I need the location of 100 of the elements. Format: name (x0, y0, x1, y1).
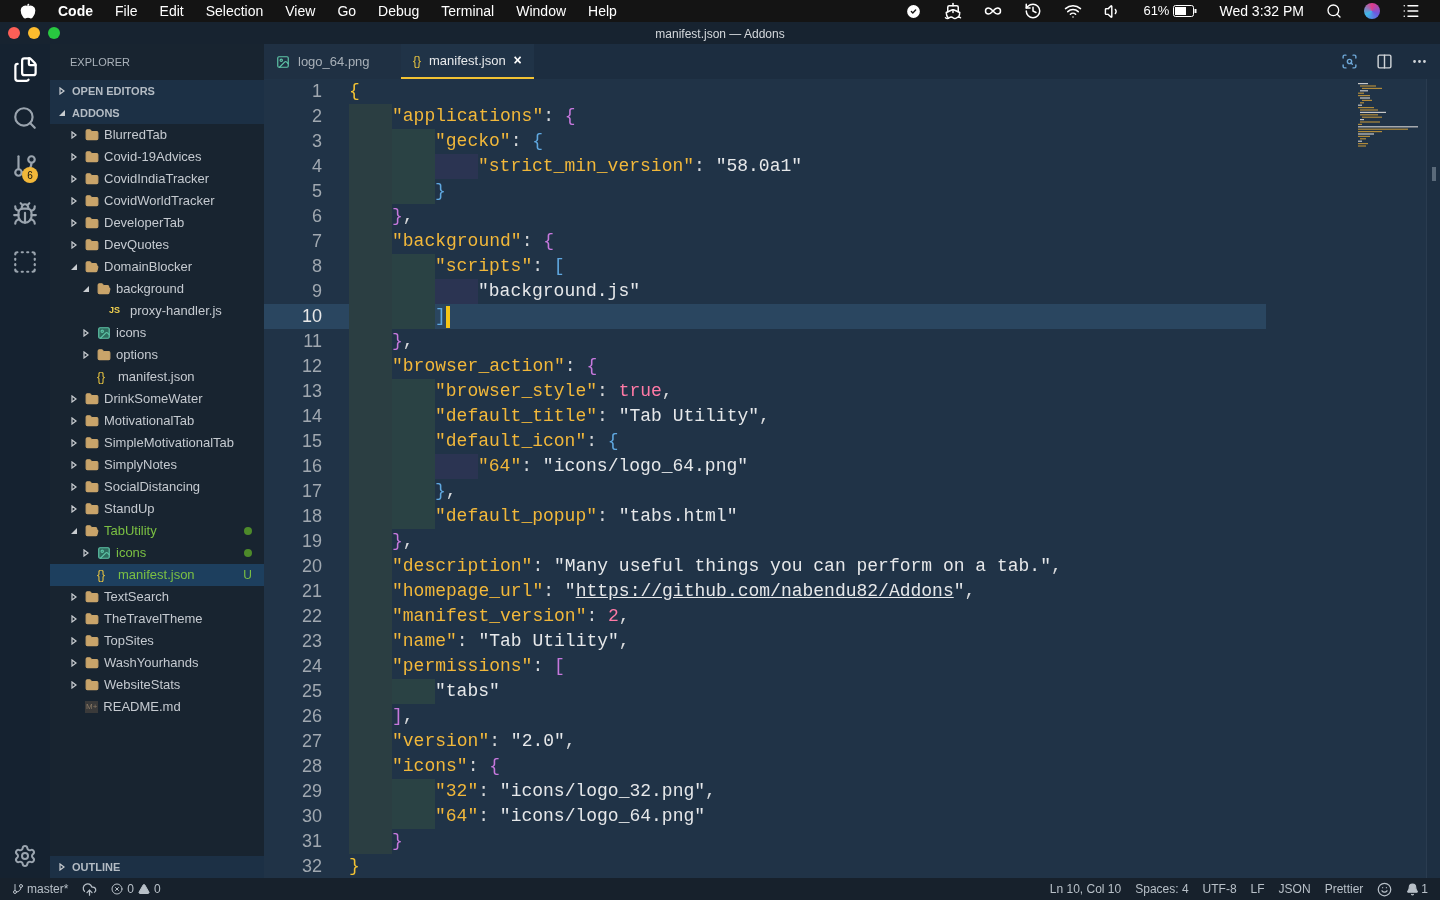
preview-search-icon[interactable] (1341, 53, 1358, 70)
section-header[interactable]: OPEN EDITORS (50, 80, 264, 102)
list-icon[interactable] (1402, 2, 1420, 20)
minimize-window-button[interactable] (28, 27, 40, 39)
tree-item[interactable]: DomainBlocker (50, 256, 264, 278)
collapsed-arrow-icon[interactable] (70, 637, 78, 645)
menu-item[interactable]: Edit (159, 0, 184, 22)
cloud-upload-icon[interactable] (82, 881, 98, 897)
collapsed-arrow-icon[interactable] (70, 395, 78, 403)
collapsed-arrow-icon[interactable] (70, 681, 78, 689)
collapsed-arrow-icon[interactable] (82, 351, 90, 359)
search-icon[interactable] (12, 105, 38, 131)
warning-count[interactable]: 0 (154, 880, 161, 898)
collapsed-arrow-icon[interactable] (82, 549, 90, 557)
bug-icon[interactable] (12, 201, 38, 227)
tree-item[interactable]: MotivationalTab (50, 410, 264, 432)
menu-item[interactable]: Selection (205, 0, 264, 22)
tree-item[interactable]: SocialDistancing (50, 476, 264, 498)
collapsed-arrow-icon[interactable] (70, 593, 78, 601)
tree-item[interactable]: SimpleMotivationalTab (50, 432, 264, 454)
tree-item[interactable]: Covid-19Advices (50, 146, 264, 168)
menu-item[interactable]: Go (337, 0, 357, 22)
expanded-arrow-icon[interactable] (70, 263, 78, 271)
tree-item[interactable]: icons (50, 542, 264, 564)
menu-item[interactable]: Window (516, 0, 567, 22)
notification-count[interactable]: 1 (1421, 880, 1428, 898)
close-window-button[interactable] (8, 27, 20, 39)
status-item[interactable]: UTF-8 (1202, 880, 1237, 898)
error-count[interactable]: 0 (127, 880, 135, 898)
collapsed-arrow-icon[interactable] (70, 131, 78, 139)
tree-item[interactable]: M+ README.md (50, 696, 264, 718)
section-header[interactable]: ADDONS (50, 102, 264, 124)
tree-item[interactable]: background (50, 278, 264, 300)
expanded-arrow-icon[interactable] (70, 527, 78, 535)
tree-item[interactable]: JS proxy-handler.js (50, 300, 264, 322)
zoom-window-button[interactable] (48, 27, 60, 39)
section-header[interactable]: OUTLINE (50, 856, 264, 878)
tree-item[interactable]: DeveloperTab (50, 212, 264, 234)
tree-item[interactable]: CovidWorldTracker (50, 190, 264, 212)
menu-bar-clock[interactable]: Wed 3:32 PM (1219, 0, 1304, 22)
tree-item[interactable]: TextSearch (50, 586, 264, 608)
branch-icon[interactable] (12, 153, 38, 179)
collapsed-arrow-icon[interactable] (70, 241, 78, 249)
editor-tab[interactable]: {} manifest.json × (401, 44, 534, 79)
collapsed-arrow-icon[interactable] (70, 505, 78, 513)
collapsed-arrow-icon[interactable] (58, 87, 66, 95)
collapsed-arrow-icon[interactable] (70, 615, 78, 623)
files-icon[interactable] (11, 56, 39, 83)
tree-item[interactable]: DevQuotes (50, 234, 264, 256)
error-icon[interactable] (111, 883, 124, 895)
tree-item[interactable]: CovidIndiaTracker (50, 168, 264, 190)
extensions-icon[interactable] (12, 249, 38, 275)
tree-item[interactable]: options (50, 344, 264, 366)
collapsed-arrow-icon[interactable] (70, 461, 78, 469)
tree-item[interactable]: WebsiteStats (50, 674, 264, 696)
collapsed-arrow-icon[interactable] (58, 863, 66, 871)
tree-item[interactable]: BlurredTab (50, 124, 264, 146)
expanded-arrow-icon[interactable] (58, 109, 66, 117)
tree-item[interactable]: SimplyNotes (50, 454, 264, 476)
wifi-icon[interactable] (1064, 2, 1083, 20)
status-item[interactable]: Ln 10, Col 10 (1049, 880, 1122, 898)
menu-item[interactable]: Debug (378, 0, 420, 22)
collapsed-arrow-icon[interactable] (70, 153, 78, 161)
tree-item[interactable]: TabUtility (50, 520, 264, 542)
tree-item[interactable]: TopSites (50, 630, 264, 652)
tree-item[interactable]: {} manifest.json (50, 366, 264, 388)
branch-name[interactable]: master* (27, 880, 69, 898)
tree-item[interactable]: WashYourhands (50, 652, 264, 674)
settings-icon[interactable] (13, 844, 37, 868)
expanded-arrow-icon[interactable] (82, 285, 90, 293)
check-badge-icon[interactable] (905, 2, 923, 20)
collapsed-arrow-icon[interactable] (70, 175, 78, 183)
menu-item[interactable]: File (115, 0, 138, 22)
menu-item[interactable]: Terminal (441, 0, 495, 22)
menu-item[interactable]: View (285, 0, 316, 22)
tree-item[interactable]: {} manifest.json U (50, 564, 264, 586)
battery-icon[interactable] (1173, 5, 1198, 17)
app-menu[interactable]: Code (58, 0, 93, 22)
tree-item[interactable]: TheTravelTheme (50, 608, 264, 630)
tree-item[interactable]: StandUp (50, 498, 264, 520)
assistant-orb-icon[interactable] (1364, 3, 1380, 19)
warning-icon[interactable] (138, 883, 151, 895)
clock-arrow-icon[interactable] (1024, 2, 1043, 20)
collapsed-arrow-icon[interactable] (70, 659, 78, 667)
status-item[interactable]: LF (1250, 880, 1265, 898)
split-editor-icon[interactable] (1376, 53, 1393, 70)
collapsed-arrow-icon[interactable] (70, 197, 78, 205)
collapsed-arrow-icon[interactable] (70, 219, 78, 227)
smiley-icon[interactable] (1377, 881, 1393, 897)
collapsed-arrow-icon[interactable] (82, 329, 90, 337)
apple-logo-icon[interactable] (20, 3, 36, 19)
collapsed-arrow-icon[interactable] (70, 417, 78, 425)
status-item[interactable]: JSON (1278, 880, 1311, 898)
close-tab-button[interactable]: × (513, 50, 522, 71)
search-icon[interactable] (1326, 3, 1342, 19)
tree-item[interactable]: DrinkSomeWater (50, 388, 264, 410)
menu-item[interactable]: Help (588, 0, 617, 22)
collapsed-arrow-icon[interactable] (70, 483, 78, 491)
status-item[interactable]: Prettier (1324, 880, 1364, 898)
status-item[interactable]: Spaces: 4 (1135, 880, 1189, 898)
